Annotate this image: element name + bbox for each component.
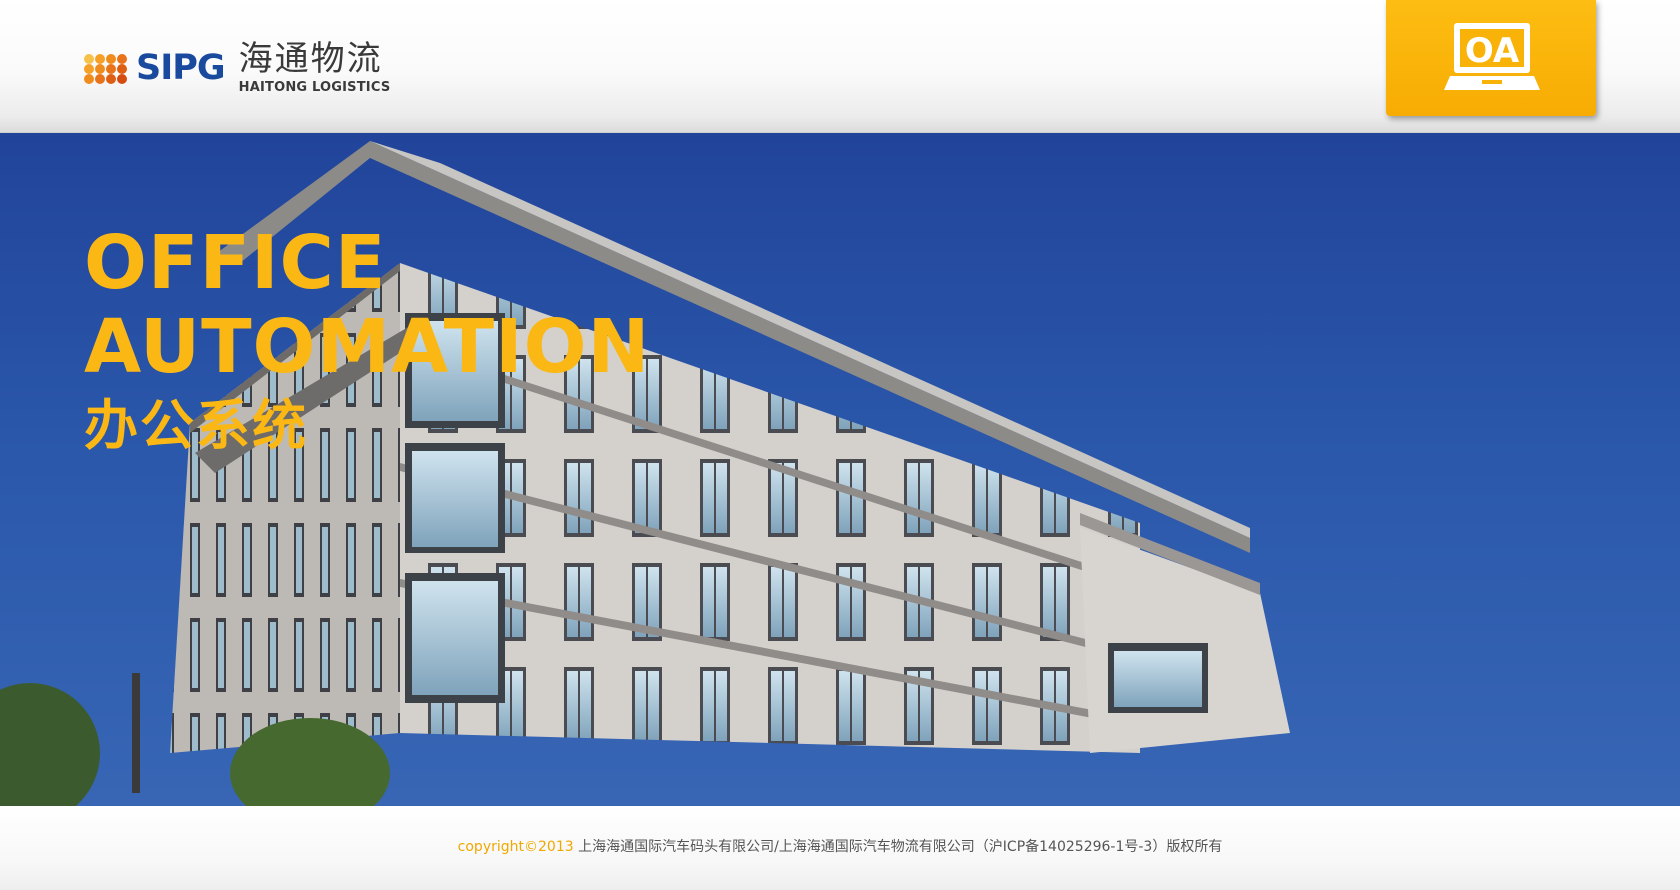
logo-dots-icon — [84, 53, 128, 84]
header: SIPG 海通物流 HAITONG LOGISTICS OA — [0, 0, 1680, 133]
hero-headline: OFFICE AUTOMATION 办公系统 — [84, 221, 650, 461]
headline-office: OFFICE — [84, 220, 387, 306]
oa-login-button[interactable]: OA — [1386, 0, 1596, 116]
copyright-year: copyright©2013 — [457, 839, 574, 855]
logo-brand: SIPG — [136, 47, 226, 88]
copyright-notice: copyright©2013 上海海通国际汽车码头有限公司/上海海通国际汽车物流… — [0, 836, 1680, 856]
hero-banner: OFFICE AUTOMATION 办公系统 — [0, 133, 1680, 806]
company-logo[interactable]: SIPG 海通物流 HAITONG LOGISTICS — [84, 38, 390, 98]
copyright-text: 上海海通国际汽车码头有限公司/上海海通国际汽车物流有限公司（沪ICP备14025… — [573, 839, 1223, 855]
logo-name-cn: 海通物流 — [238, 38, 383, 79]
headline-cn: 办公系统 — [84, 394, 308, 457]
oa-button-label: OA — [1465, 31, 1520, 71]
headline-automation: AUTOMATION — [84, 304, 651, 390]
footer: copyright©2013 上海海通国际汽车码头有限公司/上海海通国际汽车物流… — [0, 806, 1680, 890]
laptop-icon: OA — [1444, 23, 1540, 90]
logo-name-en: HAITONG LOGISTICS — [238, 79, 391, 95]
